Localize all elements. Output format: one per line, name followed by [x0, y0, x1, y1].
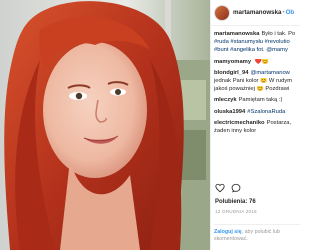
comment-continued: żaden inny kolor: [214, 128, 257, 135]
woman-red-hair-photo: [0, 0, 210, 250]
caption-hashtags-1[interactable]: #ruda #stanumysłu #revolutio: [214, 39, 297, 46]
login-link[interactable]: Zaloguj się: [214, 229, 242, 235]
comment-continued: jakoś poważniej 😊 Pozdrawi: [214, 86, 290, 93]
comment-continued: jednak Pani kolor 😊 W rudym: [214, 78, 293, 85]
comment: oluska1994 #SzalonaRuda: [214, 108, 286, 115]
post-date: 12 GRUDNIA 2018: [215, 209, 257, 214]
likes-count[interactable]: Polubienia: 76: [215, 199, 256, 205]
header-username[interactable]: martamanowska: [233, 9, 282, 16]
avatar[interactable]: [214, 4, 230, 21]
caption-text: Było i tak. Po: [261, 31, 296, 37]
caption-username[interactable]: martamanowska: [214, 31, 259, 37]
comment-username[interactable]: electricmechaniko: [214, 120, 265, 126]
comment: blondgirl_94 @martamanow: [214, 69, 290, 76]
caption-hashtags-2[interactable]: #bunt #angelika fot. @mamy: [214, 47, 297, 54]
comment: mamyomamy ❤️😊: [214, 58, 270, 65]
caption-line: martamanowska Było i tak. Po: [214, 31, 297, 38]
comment-username[interactable]: blondgirl_94: [214, 70, 248, 76]
post-photo[interactable]: [0, 0, 210, 250]
heart-icon[interactable]: [215, 183, 225, 193]
post-side-panel: martamanowska • Ob martamanowska Było i t…: [210, 0, 300, 250]
follow-button[interactable]: Ob: [286, 9, 295, 16]
post-header: martamanowska • Ob: [211, 0, 300, 26]
comment: mleczyk Pamiętam taką :): [214, 97, 283, 104]
comment-username[interactable]: mamyomamy: [214, 59, 251, 65]
comment-username[interactable]: mleczyk: [214, 97, 237, 103]
instagram-post: martamanowska • Ob martamanowska Było i t…: [0, 0, 300, 250]
action-bar: [215, 183, 241, 193]
comments-feed: martamanowska Było i tak. Po #ruda #stanu…: [211, 26, 300, 135]
comment-icon[interactable]: [231, 183, 241, 193]
login-prompt: Zaloguj się, aby polubić lub skomentować…: [214, 224, 300, 243]
header-separator: •: [282, 9, 285, 16]
comment: electricmechaniko Postarza,: [214, 119, 292, 126]
comment-username[interactable]: oluska1994: [214, 109, 245, 115]
